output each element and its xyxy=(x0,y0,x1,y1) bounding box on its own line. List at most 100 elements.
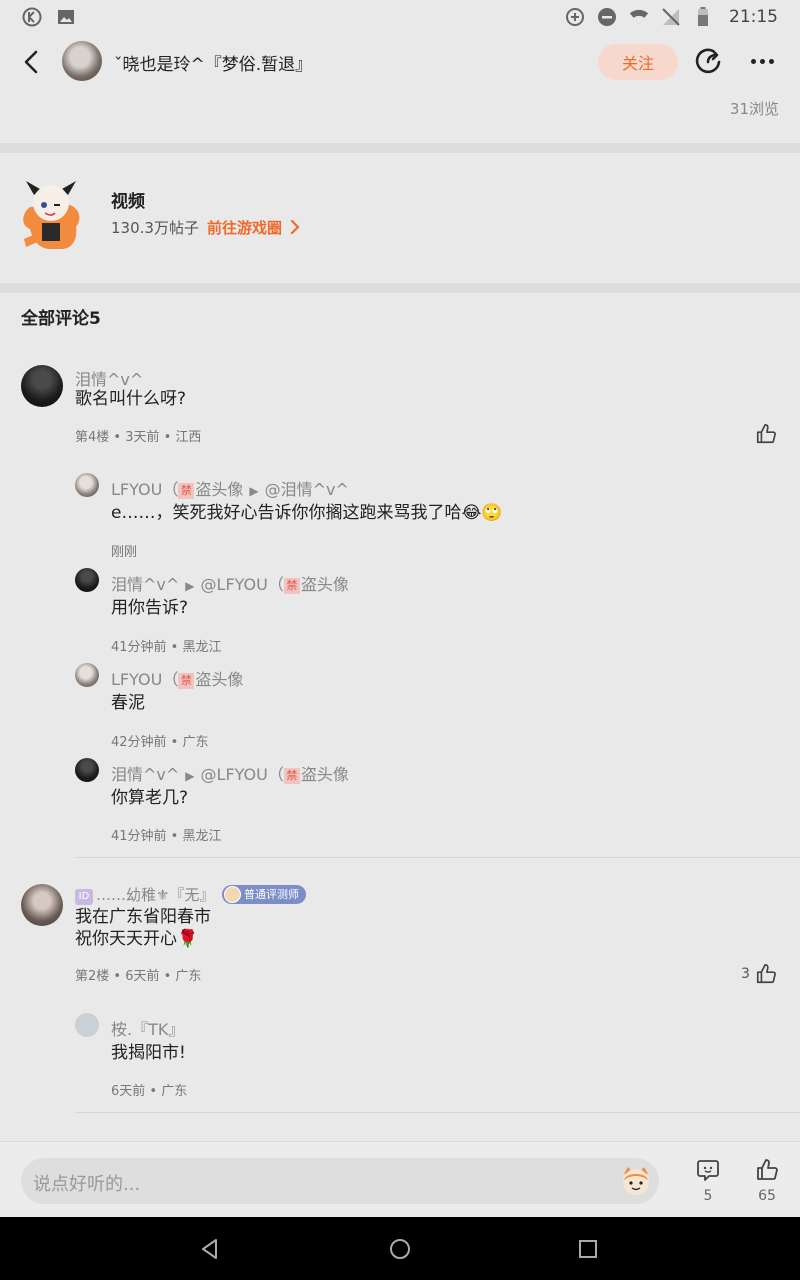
reply-text[interactable]: e……，笑死我好心告诉你你搁这跑来骂我了哈😂🙄 xyxy=(111,503,503,524)
comment-author[interactable]: 泪情^v^ xyxy=(75,366,143,390)
nav-recents-icon[interactable] xyxy=(574,1235,602,1263)
comment-author-row[interactable]: ID ……幼稚⚜『无』 xyxy=(75,884,214,905)
reply-author-suffix: 盗头像 xyxy=(195,480,244,499)
reply-meta: 41分钟前 • 黑龙江 xyxy=(111,829,222,844)
nav-back-icon[interactable] xyxy=(196,1235,224,1263)
comment-meta: 第2楼 • 6天前 • 广东 xyxy=(75,969,202,984)
comment-bubble-icon xyxy=(697,1160,719,1181)
reply-target-suffix: 盗头像 xyxy=(300,765,349,784)
comment-divider xyxy=(75,1112,800,1113)
thumbs-up-icon[interactable] xyxy=(755,423,777,445)
avatar[interactable] xyxy=(75,568,99,592)
section-divider xyxy=(0,283,800,293)
game-circle-card[interactable]: 视频 130.3万帖子 前往游戏圈 xyxy=(0,153,800,283)
reply-author: LFYOU（ xyxy=(111,670,179,689)
more-dot-icon xyxy=(768,58,774,64)
comment-count-button[interactable]: 5 xyxy=(688,1158,728,1204)
battery-icon xyxy=(693,7,713,27)
author-avatar[interactable] xyxy=(62,41,102,81)
reply-header[interactable]: 泪情^v^ ▶ @LFYOU（禁盗头像 xyxy=(111,571,349,595)
reply-text[interactable]: 用你告诉? xyxy=(111,598,188,619)
ban-badge: 禁 xyxy=(178,673,195,689)
go-to-circle-label: 前往游戏圈 xyxy=(207,219,283,237)
view-count: 31浏览 xyxy=(729,100,779,118)
reply-header[interactable]: 泪情^v^ ▶ @LFYOU（禁盗头像 xyxy=(111,761,349,785)
reply-meta: 41分钟前 • 黑龙江 xyxy=(111,640,222,655)
reviewer-avatar-icon xyxy=(224,886,241,903)
ban-badge: 禁 xyxy=(178,483,195,499)
do-not-disturb-icon xyxy=(597,7,617,27)
wifi-icon xyxy=(629,7,649,27)
comment-meta: 第4楼 • 3天前 • 江西 xyxy=(75,430,202,445)
reply-meta: 6天前 • 广东 xyxy=(111,1084,188,1099)
comment-input[interactable]: 说点好听的... xyxy=(21,1158,659,1204)
nav-home-icon[interactable] xyxy=(386,1235,414,1263)
reply-text[interactable]: 春泥 xyxy=(111,693,145,714)
reply-target: @泪情^v^ xyxy=(264,480,349,499)
reply-target-suffix: 盗头像 xyxy=(300,575,349,594)
section-divider xyxy=(0,143,800,153)
back-button[interactable] xyxy=(18,48,46,76)
status-bar: 21:15 xyxy=(0,0,800,34)
follow-button[interactable]: 关注 xyxy=(598,44,678,80)
reply-text[interactable]: 我揭阳市! xyxy=(111,1043,186,1064)
avatar[interactable] xyxy=(75,758,99,782)
reply-arrow-icon: ▶ xyxy=(185,769,195,783)
ban-badge: 禁 xyxy=(283,578,300,594)
go-to-circle-link[interactable]: 前往游戏圈 xyxy=(207,217,300,238)
comment-text-line[interactable]: 我在广东省阳春市 xyxy=(75,907,211,928)
avatar[interactable] xyxy=(21,884,63,926)
reply-target: @LFYOU（ xyxy=(200,765,284,784)
share-icon xyxy=(695,48,721,74)
badge-label: 普通评测师 xyxy=(244,888,299,901)
app-k-icon xyxy=(22,7,42,27)
chevron-right-icon xyxy=(291,219,300,235)
like-button[interactable]: 65 xyxy=(747,1158,787,1204)
ban-badge: 禁 xyxy=(283,768,300,784)
more-dot-icon xyxy=(759,58,765,64)
avatar[interactable] xyxy=(75,1013,99,1037)
image-icon xyxy=(56,7,76,27)
reply-author: LFYOU（ xyxy=(111,480,179,499)
reply-header[interactable]: LFYOU（禁盗头像 xyxy=(111,666,243,690)
reply-author: 泪情^v^ xyxy=(111,575,180,594)
reply-text[interactable]: 你算老几? xyxy=(111,788,188,809)
comments-header: 全部评论5 xyxy=(21,309,101,329)
id-mark: ID xyxy=(75,889,93,905)
reply-author-suffix: 盗头像 xyxy=(195,670,244,689)
thumbs-up-icon xyxy=(757,1159,778,1180)
thumbs-up-icon[interactable] xyxy=(755,963,777,985)
share-button[interactable] xyxy=(694,46,724,76)
author-name[interactable]: ˇ晓也是玲^『梦俗.暂退』 xyxy=(114,50,312,75)
comment-divider xyxy=(75,857,800,858)
reply-arrow-icon: ▶ xyxy=(185,579,195,593)
avatar[interactable] xyxy=(75,663,99,687)
comment-text-line[interactable]: 祝你天天开心🌹 xyxy=(75,929,198,950)
bottom-action-bar: 说点好听的... 5 65 xyxy=(0,1141,800,1217)
like-count: 65 xyxy=(758,1188,776,1204)
reply-target: @LFYOU（ xyxy=(200,575,284,594)
reply-header[interactable]: LFYOU（禁盗头像 ▶ @泪情^v^ xyxy=(111,476,349,500)
chevron-left-icon xyxy=(24,50,38,74)
like-count: 3 xyxy=(741,966,750,982)
reviewer-badge: 普通评测师 xyxy=(222,885,306,904)
emoji-mascot-icon[interactable] xyxy=(619,1164,653,1198)
reply-author: 泪情^v^ xyxy=(111,765,180,784)
reply-meta: 刚刚 xyxy=(111,545,138,560)
avatar[interactable] xyxy=(21,365,63,407)
top-bar: ˇ晓也是玲^『梦俗.暂退』 关注 xyxy=(0,34,800,90)
comment-author: ……幼稚⚜『无』 xyxy=(96,886,215,904)
comment-text[interactable]: 歌名叫什么呀? xyxy=(75,389,186,410)
reply-author[interactable]: 桉.『TK』 xyxy=(111,1016,184,1040)
circle-name: 视频 xyxy=(111,192,145,212)
data-saver-icon xyxy=(565,7,585,27)
system-nav-bar xyxy=(0,1217,800,1280)
more-options-button[interactable] xyxy=(746,48,778,74)
clock: 21:15 xyxy=(729,7,778,27)
comment-input-placeholder: 说点好听的... xyxy=(33,1174,141,1195)
comment-count: 5 xyxy=(703,1188,713,1204)
avatar[interactable] xyxy=(75,473,99,497)
circle-post-count: 130.3万帖子 xyxy=(111,219,199,237)
more-dot-icon xyxy=(750,58,756,64)
reply-meta: 42分钟前 • 广东 xyxy=(111,735,209,750)
